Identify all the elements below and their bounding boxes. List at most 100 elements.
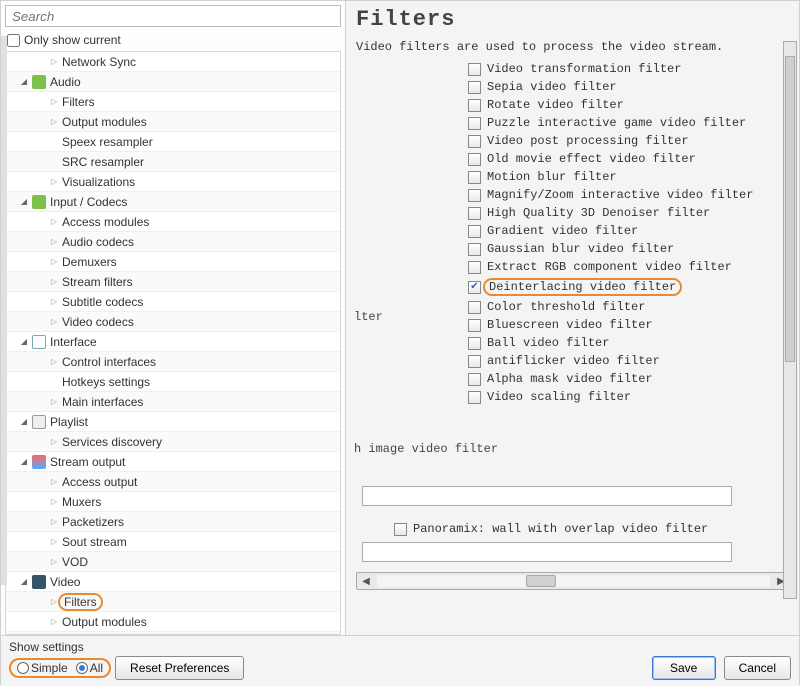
- tree-item[interactable]: Audio codecs: [6, 232, 340, 252]
- checkbox-icon[interactable]: [468, 207, 481, 220]
- tree-item[interactable]: Main interfaces: [6, 392, 340, 412]
- tree-item[interactable]: Stream filters: [6, 272, 340, 292]
- cancel-button[interactable]: Cancel: [724, 656, 791, 680]
- checkbox-icon[interactable]: [468, 135, 481, 148]
- chevron-right-icon[interactable]: [46, 317, 62, 327]
- tree-item[interactable]: Muxers: [6, 492, 340, 512]
- chevron-right-icon[interactable]: [46, 437, 62, 447]
- tree-item[interactable]: Access output: [6, 472, 340, 492]
- checkbox-icon[interactable]: [468, 153, 481, 166]
- filter-checkbox-item[interactable]: antiflicker video filter: [356, 354, 787, 368]
- tree-item[interactable]: Output modules: [6, 612, 340, 632]
- filter-checkbox-item[interactable]: Gradient video filter: [356, 224, 787, 238]
- filter-checkbox-item[interactable]: Puzzle interactive game video filter: [356, 116, 787, 130]
- chevron-down-icon[interactable]: [16, 417, 32, 427]
- only-show-current-checkbox[interactable]: [7, 34, 20, 47]
- checkbox-icon[interactable]: [468, 373, 481, 386]
- chevron-right-icon[interactable]: [46, 257, 62, 267]
- checkbox-icon[interactable]: [468, 355, 481, 368]
- checkbox-icon[interactable]: [468, 225, 481, 238]
- tree-item[interactable]: Audio: [6, 72, 340, 92]
- filter-checkbox-item[interactable]: Video transformation filter: [356, 62, 787, 76]
- tree-item[interactable]: Playlist: [6, 412, 340, 432]
- chevron-right-icon[interactable]: [46, 237, 62, 247]
- search-input[interactable]: [5, 5, 341, 27]
- chevron-down-icon[interactable]: [16, 337, 32, 347]
- chevron-down-icon[interactable]: [16, 577, 32, 587]
- horizontal-scrollbar[interactable]: ◀ ▶: [356, 572, 791, 590]
- settings-all-radio[interactable]: All: [76, 661, 103, 675]
- filter-checkbox-item[interactable]: Color threshold filter: [356, 300, 787, 314]
- filter-checkbox-item[interactable]: Magnify/Zoom interactive video filter: [356, 188, 787, 202]
- checkbox-icon[interactable]: [468, 63, 481, 76]
- preferences-tree[interactable]: Network SyncAudioFiltersOutput modulesSp…: [5, 51, 341, 635]
- tree-item[interactable]: Stream output: [6, 452, 340, 472]
- chevron-right-icon[interactable]: [46, 517, 62, 527]
- tree-item[interactable]: Speex resampler: [6, 132, 340, 152]
- chevron-right-icon[interactable]: [46, 617, 62, 627]
- tree-item[interactable]: Filters: [6, 92, 340, 112]
- tree-item[interactable]: Hotkeys settings: [6, 372, 340, 392]
- filter-checkbox-item[interactable]: Rotate video filter: [356, 98, 787, 112]
- chevron-right-icon[interactable]: [46, 477, 62, 487]
- tree-item[interactable]: Sout stream: [6, 532, 340, 552]
- tree-item[interactable]: Network Sync: [6, 52, 340, 72]
- chevron-right-icon[interactable]: [46, 117, 62, 127]
- filter-module-input-1[interactable]: [362, 486, 732, 506]
- tree-item[interactable]: Access modules: [6, 212, 340, 232]
- tree-item[interactable]: Interface: [6, 332, 340, 352]
- save-button[interactable]: Save: [652, 656, 716, 680]
- chevron-right-icon[interactable]: [46, 97, 62, 107]
- chevron-right-icon[interactable]: [46, 297, 62, 307]
- checkbox-icon[interactable]: [468, 261, 481, 274]
- chevron-down-icon[interactable]: [16, 197, 32, 207]
- filter-checkbox-item[interactable]: Extract RGB component video filter: [356, 260, 787, 274]
- checkbox-icon[interactable]: [468, 81, 481, 94]
- checkbox-icon[interactable]: [468, 117, 481, 130]
- filter-checkbox-item[interactable]: Alpha mask video filter: [356, 372, 787, 386]
- checkbox-icon[interactable]: [468, 189, 481, 202]
- tree-item[interactable]: Control interfaces: [6, 352, 340, 372]
- tree-item[interactable]: Filters: [6, 592, 340, 612]
- filter-checkbox-item[interactable]: Video post processing filter: [356, 134, 787, 148]
- tree-item[interactable]: Video codecs: [6, 312, 340, 332]
- chevron-right-icon[interactable]: [46, 537, 62, 547]
- reset-preferences-button[interactable]: Reset Preferences: [115, 656, 244, 680]
- tree-item[interactable]: Subtitle codecs: [6, 292, 340, 312]
- checkbox-icon[interactable]: [468, 281, 481, 294]
- chevron-right-icon[interactable]: [46, 557, 62, 567]
- checkbox-icon[interactable]: [468, 99, 481, 112]
- checkbox-icon[interactable]: [468, 319, 481, 332]
- filter-checkbox-item[interactable]: Gaussian blur video filter: [356, 242, 787, 256]
- chevron-down-icon[interactable]: [16, 457, 32, 467]
- chevron-right-icon[interactable]: [46, 217, 62, 227]
- checkbox-icon[interactable]: [468, 391, 481, 404]
- tree-item[interactable]: SRC resampler: [6, 152, 340, 172]
- checkbox-icon[interactable]: [468, 171, 481, 184]
- chevron-right-icon[interactable]: [46, 277, 62, 287]
- filter-checkbox-item[interactable]: Ball video filter: [356, 336, 787, 350]
- checkbox-icon[interactable]: [468, 243, 481, 256]
- left-edge-scrollbar[interactable]: [1, 36, 7, 585]
- filter-checkbox-item[interactable]: Bluescreen video filter: [356, 318, 787, 332]
- chevron-right-icon[interactable]: [46, 177, 62, 187]
- tree-item[interactable]: Services discovery: [6, 432, 340, 452]
- tree-item[interactable]: Packetizers: [6, 512, 340, 532]
- filter-checkbox-item[interactable]: Motion blur filter: [356, 170, 787, 184]
- filter-module-input-2[interactable]: [362, 542, 732, 562]
- tree-item[interactable]: Subtitles / OSD: [6, 632, 340, 635]
- panoramix-checkbox[interactable]: [394, 523, 407, 536]
- chevron-right-icon[interactable]: [46, 57, 62, 67]
- filter-checkbox-item[interactable]: Sepia video filter: [356, 80, 787, 94]
- filter-checkbox-item[interactable]: High Quality 3D Denoiser filter: [356, 206, 787, 220]
- chevron-right-icon[interactable]: [46, 397, 62, 407]
- tree-item[interactable]: Input / Codecs: [6, 192, 340, 212]
- tree-item[interactable]: Demuxers: [6, 252, 340, 272]
- chevron-right-icon[interactable]: [46, 497, 62, 507]
- scroll-left-icon[interactable]: ◀: [359, 576, 373, 587]
- filter-checkbox-item[interactable]: Deinterlacing video filter: [356, 278, 787, 296]
- checkbox-icon[interactable]: [468, 301, 481, 314]
- filter-checkbox-item[interactable]: Old movie effect video filter: [356, 152, 787, 166]
- chevron-down-icon[interactable]: [16, 77, 32, 87]
- tree-item[interactable]: VOD: [6, 552, 340, 572]
